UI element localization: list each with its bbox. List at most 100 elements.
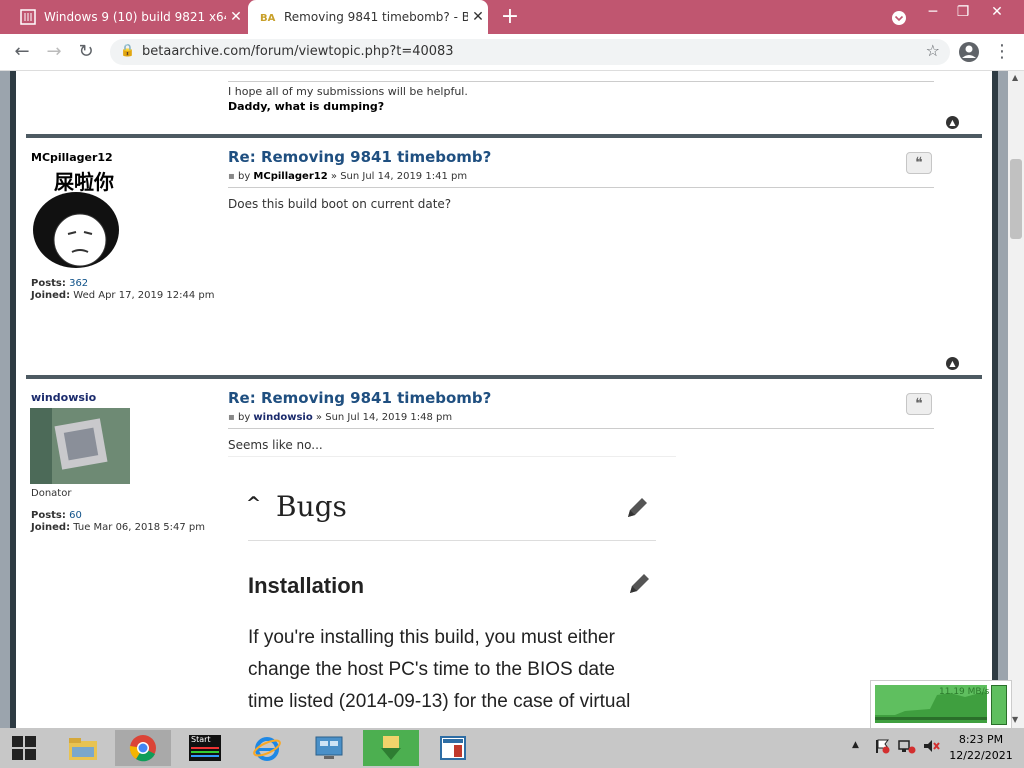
post-by-label: by	[237, 171, 251, 182]
author-joined: Joined: Tue Mar 06, 2018 5:47 pm	[31, 522, 205, 533]
download-manager-button[interactable]	[363, 730, 419, 766]
edit-pencil-icon	[624, 495, 650, 525]
forward-arrow-icon[interactable]: →	[42, 40, 66, 64]
post-meta: ▪ by windowsio » Sun Jul 14, 2019 1:48 p…	[228, 412, 452, 423]
signature-line-bold: Daddy, what is dumping?	[228, 100, 385, 113]
browser-toolbar: ← → ↻ 🔒 betaarchive.com/forum/viewtopic.…	[0, 34, 1024, 71]
page-frame-right	[992, 71, 998, 728]
scrollbar-thumb[interactable]	[1010, 159, 1022, 239]
download-icon	[381, 736, 401, 760]
post-title-link[interactable]: Re: Removing 9841 timebomb?	[228, 148, 491, 166]
lock-icon: 🔒	[120, 43, 135, 57]
network-speed-text: 11.19 MB/s	[939, 687, 990, 697]
post-date: » Sun Jul 14, 2019 1:41 pm	[330, 171, 468, 182]
start-button[interactable]	[0, 730, 48, 766]
folder-icon	[69, 738, 97, 760]
network-meter-widget[interactable]: 11.19 MB/s	[870, 680, 1012, 730]
avatar	[30, 408, 130, 484]
joined-label: Joined:	[31, 290, 71, 301]
close-window-button[interactable]: ✕	[982, 4, 1012, 20]
meme-face-icon	[33, 192, 119, 268]
post-by-label: by	[237, 412, 251, 423]
back-to-top-icon[interactable]: ▲	[946, 116, 959, 129]
tab-removing-timebomb[interactable]: BA Removing 9841 timebomb? - Bet ✕	[248, 0, 488, 34]
joined-date: Tue Mar 06, 2018 5:47 pm	[73, 522, 206, 533]
menu-kebab-icon[interactable]: ⋮	[990, 40, 1014, 64]
post-by-author[interactable]: MCpillager12	[253, 171, 327, 182]
post-by-author[interactable]: windowsio	[253, 412, 312, 423]
internet-explorer-button[interactable]	[239, 730, 295, 766]
posts-count-link[interactable]: 362	[69, 278, 88, 289]
tray-overflow-chevron-icon[interactable]: ▲	[852, 740, 859, 750]
signature-divider	[228, 81, 934, 82]
page-viewport: I hope all of my submissions will be hel…	[0, 71, 1008, 728]
tab-title: Windows 9 (10) build 9821 x64 D	[44, 10, 226, 24]
action-center-flag-icon[interactable]	[874, 738, 890, 758]
scroll-up-arrow-icon[interactable]: ▲	[1012, 73, 1018, 82]
volume-muted-icon[interactable]	[922, 738, 940, 758]
minimize-button[interactable]: ─	[918, 4, 948, 20]
scroll-down-arrow-icon[interactable]: ▼	[1012, 715, 1018, 724]
restore-button[interactable]: ❐	[948, 4, 978, 20]
post-title-link[interactable]: Re: Removing 9841 timebomb?	[228, 389, 491, 407]
post-file-icon: ▪	[228, 171, 235, 182]
post-header-divider	[228, 428, 934, 429]
author-rank: Donator	[31, 488, 72, 499]
page-frame-left	[10, 71, 16, 728]
document-app-button[interactable]	[425, 730, 481, 766]
meter-controls[interactable]	[991, 685, 1007, 725]
back-to-top-icon[interactable]: ▲	[946, 357, 959, 370]
embed-text-line: time listed (2014-09-13) for the case of…	[248, 691, 631, 712]
joined-label: Joined:	[31, 522, 71, 533]
posts-label: Posts:	[31, 278, 66, 289]
cpu-chip-icon	[30, 408, 130, 484]
tab-title: Removing 9841 timebomb? - Bet	[284, 10, 468, 24]
tab-strip: Windows 9 (10) build 9821 x64 D ✕ BA Rem…	[0, 0, 1024, 34]
post-divider	[26, 375, 982, 379]
post-divider	[26, 134, 982, 138]
start-app-button[interactable]: Start	[177, 730, 233, 766]
post-author[interactable]: MCpillager12	[31, 151, 113, 164]
quote-button[interactable]: ❝	[906, 393, 932, 415]
control-panel-icon	[315, 736, 343, 759]
betaarchive-favicon-icon	[20, 9, 36, 25]
document-window-icon	[440, 736, 466, 760]
post-date: » Sun Jul 14, 2019 1:48 pm	[315, 412, 453, 423]
avatar-caption: 屎啦你	[54, 170, 114, 194]
author-posts: Posts: 362	[31, 278, 88, 289]
edit-pencil-icon	[626, 571, 652, 601]
tab-search-icon[interactable]	[884, 4, 914, 30]
post-header-divider	[228, 187, 934, 188]
posts-label: Posts:	[31, 510, 66, 521]
close-tab-icon[interactable]: ✕	[226, 9, 246, 25]
close-tab-icon[interactable]: ✕	[468, 9, 488, 25]
control-panel-button[interactable]	[301, 730, 357, 766]
vertical-scrollbar[interactable]: ▲ ▼	[1008, 71, 1024, 728]
tab-windows9[interactable]: Windows 9 (10) build 9821 x64 D ✕	[8, 0, 246, 34]
start-app-icon: Start	[189, 735, 221, 761]
system-clock[interactable]: 8:23 PM 12/22/2021	[946, 732, 1016, 764]
embed-divider	[248, 540, 656, 541]
network-status-icon[interactable]	[898, 738, 916, 758]
back-arrow-icon[interactable]: ←	[10, 40, 34, 64]
bookmark-star-icon[interactable]: ☆	[926, 41, 940, 60]
embed-text-line: change the host PC's time to the BIOS da…	[248, 659, 615, 680]
address-bar[interactable]: 🔒 betaarchive.com/forum/viewtopic.php?t=…	[110, 39, 950, 65]
embed-subsection-title: Installation	[248, 573, 365, 598]
avatar: 屎啦你	[30, 166, 130, 270]
embedded-image: ^ Bugs Installation If you're installing…	[228, 456, 676, 728]
new-tab-button[interactable]: +	[497, 4, 523, 29]
url-text: betaarchive.com/forum/viewtopic.php?t=40…	[142, 44, 454, 59]
signature-line: I hope all of my submissions will be hel…	[228, 85, 468, 98]
post-author[interactable]: windowsio	[31, 391, 96, 404]
post-file-icon: ▪	[228, 412, 235, 423]
quote-button[interactable]: ❝	[906, 152, 932, 174]
posts-count-link[interactable]: 60	[69, 510, 82, 521]
post-body: Seems like no...	[228, 438, 323, 452]
joined-date: Wed Apr 17, 2019 12:44 pm	[73, 290, 215, 301]
reload-icon[interactable]: ↻	[74, 40, 98, 64]
start-app-label: Start	[191, 735, 211, 744]
profile-avatar-icon[interactable]	[957, 40, 981, 64]
file-explorer-button[interactable]	[55, 730, 111, 766]
chrome-button[interactable]	[115, 730, 171, 766]
